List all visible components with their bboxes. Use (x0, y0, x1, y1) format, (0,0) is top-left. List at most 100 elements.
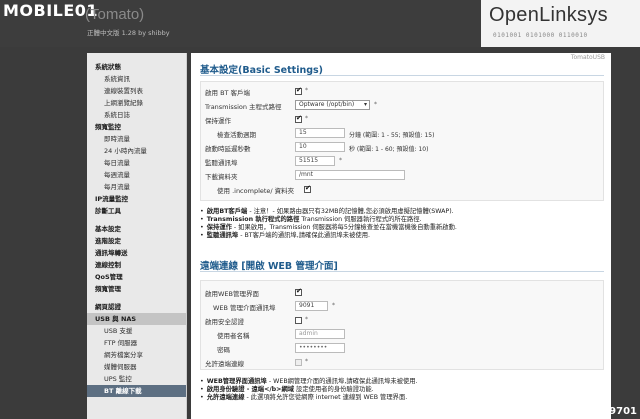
section-divider (200, 271, 604, 272)
remote-access-form: 啟用WEB管理界面 WEB 管理介面通訊埠 9091 * 啟用安全認證 * 使用… (200, 280, 604, 370)
note-text: - WEB網管理介面的通訊埠,請確保此通訊埠未被使用. (266, 378, 418, 385)
watermark-logo: MOBILE01 (3, 1, 99, 20)
note-text: - 如果啟用，Transmission 伺服器將每5分鐘檢查並在當機當機後自動重… (231, 224, 457, 231)
required-star: * (305, 87, 308, 94)
sidebar-item[interactable]: BT 離線下載 (87, 385, 186, 397)
enable-bt-label: 啟用 BT 客戶端 (205, 89, 251, 97)
binary-path-select[interactable]: Optware (/opt/bin) (295, 100, 370, 110)
sidebar-item[interactable]: IP流量監控 (87, 193, 186, 205)
sidebar-item[interactable]: 上網瀏覽紀錄 (87, 97, 186, 109)
required-star: * (305, 316, 308, 323)
sidebar-item[interactable]: QoS管理 (87, 271, 186, 283)
openlinksys-logo: OpenLinksys (489, 4, 608, 26)
sidebar-item[interactable]: 媒體伺服器 (87, 361, 186, 373)
sidebar-item[interactable]: 連線控制 (87, 259, 186, 271)
note-text: - BT客戶端的通訊埠,請確保此通訊埠未被使用. (238, 232, 370, 239)
sidebar-item[interactable]: 通訊埠轉送 (87, 247, 186, 259)
note-text: 設定使用者的身份驗證功能. (294, 386, 374, 393)
sidebar-item[interactable]: FTP 伺服器 (87, 337, 186, 349)
note-term: Transmission 執行程式的路徑 (206, 216, 300, 223)
check-interval-label: 檢查活動週期 (217, 131, 256, 139)
remote-access-title: 遠端連線 [開啟 WEB 管理介面] (200, 261, 338, 272)
sidebar-item[interactable]: 系統資訊 (87, 73, 186, 85)
sidebar-item[interactable]: 診斷工具 (87, 205, 186, 217)
top-header: MOBILE01 (Tomato) 正體中文版 1.28 by shibby O… (0, 0, 640, 47)
keep-alive-label: 保持運作 (205, 117, 231, 125)
required-star: * (305, 115, 308, 122)
note-term: 保持運作 (206, 224, 232, 231)
keep-alive-checkbox[interactable] (295, 114, 302, 123)
listen-port-label: 監聽通訊埠 (205, 159, 238, 167)
basic-settings-form: 啟用 BT 客戶端 * Transmission 主程式路徑 Optware (… (200, 81, 604, 201)
username-input[interactable]: admin (295, 329, 345, 339)
sidebar-item[interactable]: 系統日誌 (87, 109, 186, 121)
check-interval-hint: 分鐘 (範圍: 1 - 55; 預設值: 15) (349, 132, 435, 139)
note-item: 允許遠端連線 - 此選項將允許您從網際 internet 連線到 WEB 管理界… (200, 394, 418, 402)
openlinksys-banner: OpenLinksys 0101001 0101000 0110010 (481, 0, 640, 47)
note-item: 監聽通訊埠 - BT客戶端的通訊埠,請確保此通訊埠未被使用. (200, 232, 457, 240)
main-content: TomatoUSB 基本設定(Basic Settings) 啟用 BT 客戶端… (191, 53, 611, 419)
note-item: WEB管理界面通訊埠 - WEB網管理介面的通訊埠,請確保此通訊埠未被使用. (200, 378, 418, 386)
web-port-input[interactable]: 9091 (295, 301, 328, 311)
auth-label: 啟用安全認證 (205, 318, 244, 326)
note-item: 啟用身份驗證 - 遠端</b>網域 設定使用者的身份驗證功能. (200, 386, 418, 394)
sidebar-item[interactable]: 連線裝置列表 (87, 85, 186, 97)
sidebar-item[interactable]: 每月流量 (87, 181, 186, 193)
required-star: * (305, 358, 308, 365)
note-text: Transmission 伺服器執行程式的所在路徑. (299, 216, 422, 223)
start-delay-input[interactable]: 10 (295, 142, 345, 152)
sidebar-item[interactable]: 基本設定 (87, 223, 186, 235)
remote-access-label: 允許遠端連線 (205, 360, 244, 368)
note-item: Transmission 執行程式的路徑 Transmission 伺服器執行程… (200, 216, 457, 224)
brand-title: (Tomato) (85, 6, 145, 23)
note-term: 啟用身份驗證 - 遠端</b>網域 (206, 386, 295, 393)
remote-access-checkbox[interactable] (295, 359, 302, 366)
section-divider (200, 75, 604, 76)
sidebar-item[interactable]: 每週流量 (87, 169, 186, 181)
password-label: 密碼 (217, 346, 230, 354)
sidebar-item[interactable]: 頻寬監控 (87, 121, 186, 133)
note-text: - 注意！- 如果路由器只有32MB的記憶體,您必須啟用虛擬記憶體(SWAP). (247, 208, 454, 215)
binary-decoration: 0101001 0101000 0110010 (493, 32, 588, 39)
sidebar-nav: 系統狀態 系統資訊 連線裝置列表 上網瀏覽紀錄 系統日誌 頻寬監控 即時流量 24 小時內流量… (87, 53, 187, 419)
incomplete-label: 使用 .incomplete/ 資料夾 (217, 187, 295, 195)
required-star: * (374, 101, 377, 108)
check-interval-input[interactable]: 15 (295, 128, 345, 138)
binary-path-label: Transmission 主程式路徑 (205, 103, 282, 111)
sidebar-item[interactable]: UPS 監控 (87, 373, 186, 385)
note-term: 監聽通訊埠 (206, 232, 239, 239)
route-label: TomatoUSB (570, 54, 605, 61)
enable-bt-checkbox[interactable] (295, 86, 302, 95)
web-gui-checkbox[interactable] (295, 287, 302, 296)
web-port-label: WEB 管理介面通訊埠 (213, 304, 276, 312)
password-input[interactable]: •••••••• (295, 343, 345, 353)
image-stamp: #419701 (586, 406, 637, 417)
note-term: WEB管理界面通訊埠 (206, 378, 267, 385)
start-delay-hint: 秒 (範圍: 1 - 60; 預設值: 10) (349, 146, 429, 153)
incomplete-checkbox[interactable] (304, 184, 311, 193)
sidebar-item[interactable]: 網頁認證 (87, 301, 186, 313)
sidebar-menu: 系統狀態 系統資訊 連線裝置列表 上網瀏覽紀錄 系統日誌 頻寬監控 即時流量 24 小時內流量… (87, 53, 186, 397)
sidebar-item[interactable]: 進階設定 (87, 235, 186, 247)
listen-port-input[interactable]: 51515 (295, 156, 335, 166)
sidebar-item[interactable]: 即時流量 (87, 133, 186, 145)
auth-checkbox[interactable] (295, 317, 302, 324)
note-term: 啟用BT客戶端 (206, 208, 248, 215)
brand-version: 正體中文版 1.28 by shibby (87, 29, 170, 37)
sidebar-item[interactable]: 24 小時內流量 (87, 145, 186, 157)
note-term: 允許遠端連線 (206, 394, 245, 401)
note-item: 保持運作 - 如果啟用，Transmission 伺服器將每5分鐘檢查並在當機當… (200, 224, 457, 232)
sidebar-item[interactable]: 系統狀態 (87, 61, 186, 73)
basic-notes: 啟用BT客戶端 - 注意！- 如果路由器只有32MB的記憶體,您必須啟用虛擬記憶… (200, 208, 457, 240)
username-label: 使用者名稱 (217, 332, 250, 340)
download-dir-label: 下載資料夾 (205, 173, 238, 181)
required-star: * (339, 157, 342, 164)
sidebar-item[interactable]: USB 與 NAS (87, 313, 186, 325)
sidebar-item[interactable]: 網芳檔案分享 (87, 349, 186, 361)
web-gui-label: 啟用WEB管理界面 (205, 290, 259, 298)
sidebar-item[interactable]: USB 支援 (87, 325, 186, 337)
note-text: - 此選項將允許您從網際 internet 連線到 WEB 管理界面. (244, 394, 408, 401)
download-dir-input[interactable]: /mnt (295, 170, 405, 180)
sidebar-item[interactable]: 頻寬管理 (87, 283, 186, 295)
sidebar-item[interactable]: 每日流量 (87, 157, 186, 169)
